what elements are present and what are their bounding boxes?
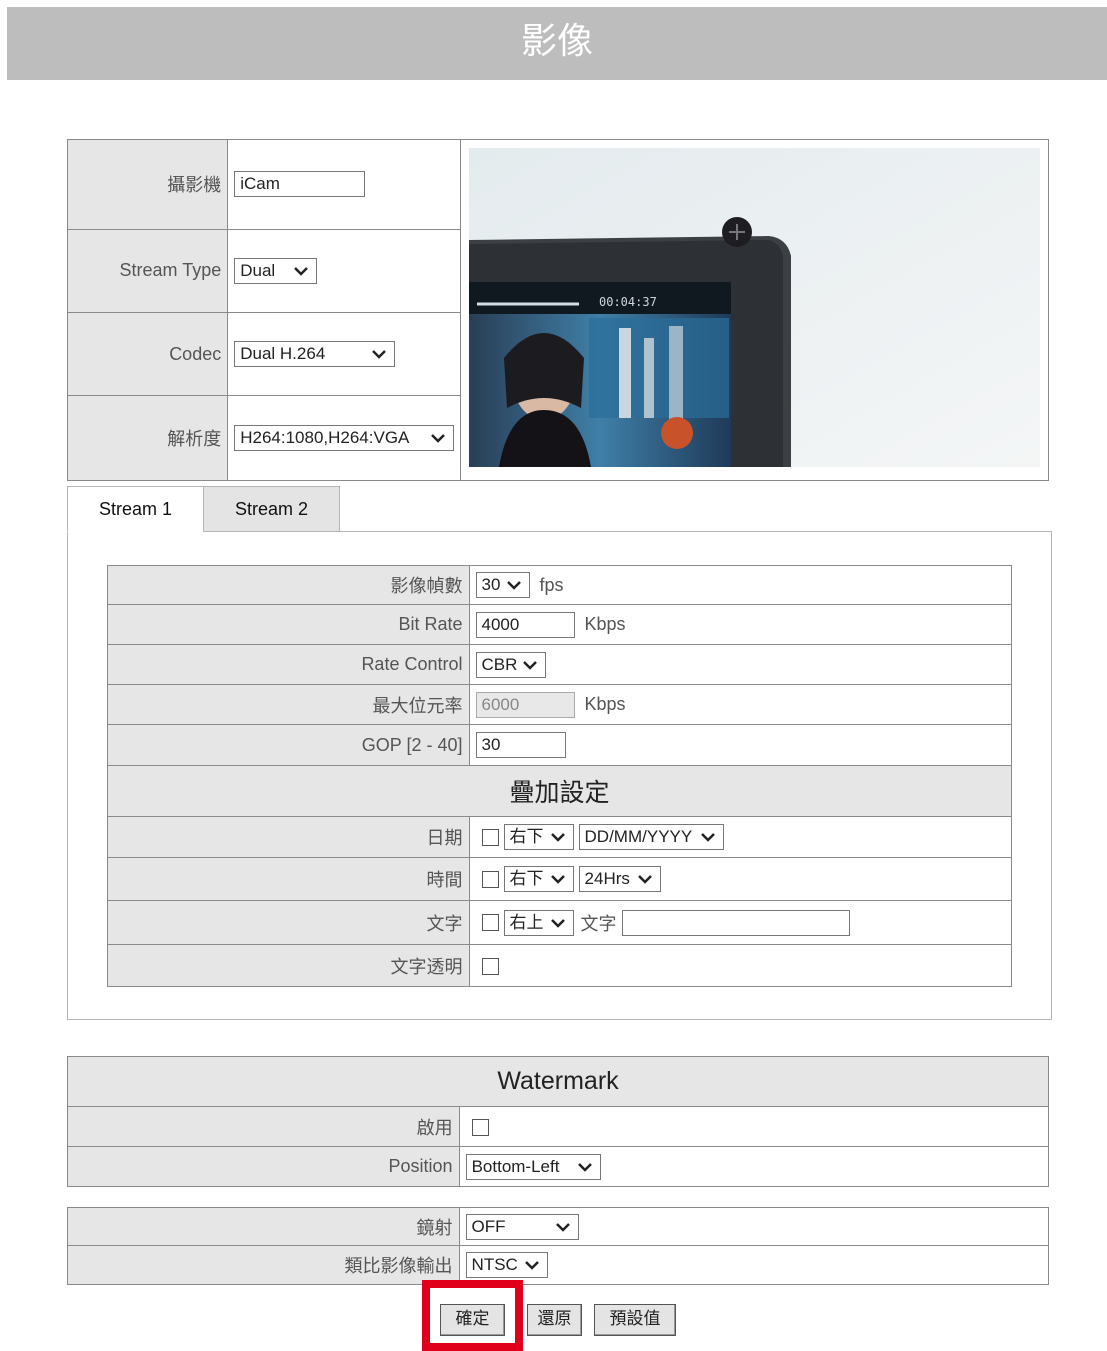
chevron-down-icon [555, 1222, 570, 1232]
stream-type-select[interactable]: Dual [234, 257, 318, 284]
text-transparent-label: 文字透明 [107, 944, 470, 987]
analog-output-value: NTSC [471, 1255, 518, 1274]
fps-unit: fps [539, 574, 564, 595]
rate-control-value: CBR [481, 654, 518, 674]
output-settings-table: 鏡射 OFF 類比影像輸出 NTSC [67, 1207, 1050, 1285]
date-position-value: 右下 [509, 827, 544, 846]
watermark-position-value: Bottom-Left [471, 1156, 560, 1176]
gop-label: GOP [2 - 40] [107, 724, 470, 766]
chevron-down-icon [524, 1261, 539, 1270]
chevron-down-icon [577, 1162, 592, 1172]
watermark-table: Watermark 啟用 Position Bottom-Left [67, 1056, 1050, 1187]
watermark-title: Watermark [67, 1056, 1049, 1107]
text-field-label: 文字 [580, 913, 617, 934]
codec-label: Codec [66, 311, 229, 397]
overlay-section-title: 疊加設定 [107, 765, 1012, 817]
default-button[interactable]: 預設值 [594, 1304, 676, 1336]
date-format-select[interactable]: DD/MM/YYYY [578, 824, 724, 850]
analog-output-select[interactable]: NTSC [465, 1252, 548, 1278]
date-position-select[interactable]: 右下 [503, 824, 574, 850]
preview-timestamp: 00:04:37 [599, 295, 657, 309]
fps-value: 30 [481, 575, 501, 594]
watermark-position-label: Position [67, 1146, 460, 1187]
codec-value: Dual H.264 [240, 344, 326, 364]
time-label: 時間 [107, 857, 470, 901]
fps-select[interactable]: 30 [475, 572, 530, 598]
resolution-value: H264:1080,H264:VGA [240, 428, 410, 448]
max-bitrate-unit: Kbps [584, 694, 626, 714]
camera-preview-cell: 00:04:37 [459, 139, 1050, 481]
fps-label: 影像幀數 [107, 565, 470, 605]
date-format-value: DD/MM/YYYY [584, 827, 693, 846]
gop-input[interactable]: 30 [475, 732, 566, 758]
stream-type-label: Stream Type [66, 228, 229, 314]
camera-name-input[interactable]: iCam [234, 171, 366, 198]
chevron-down-icon [550, 833, 565, 842]
camera-settings-table: 攝影機 iCam 00:04:37 Stream Type Dual Codec… [66, 139, 1050, 481]
stream-type-value: Dual [240, 260, 276, 280]
chevron-down-icon [431, 434, 446, 444]
text-position-value: 右上 [509, 912, 544, 932]
time-format-value: 24Hrs [584, 869, 630, 888]
watermark-position-select[interactable]: Bottom-Left [465, 1153, 601, 1180]
camera-name-label: 攝影機 [66, 139, 229, 230]
chevron-down-icon [506, 581, 521, 590]
time-format-select[interactable]: 24Hrs [578, 866, 661, 892]
watermark-enable-checkbox[interactable] [471, 1118, 489, 1136]
codec-select[interactable]: Dual H.264 [234, 341, 396, 368]
tab-stream-1[interactable]: Stream 1 [67, 486, 204, 532]
text-transparent-checkbox[interactable] [481, 957, 499, 975]
restore-button[interactable]: 還原 [527, 1304, 582, 1336]
time-position-value: 右下 [509, 869, 544, 888]
stream-settings-table: 影像幀數 30 fps Bit Rate 4000 Kbps Rate Cont… [107, 565, 1012, 987]
camera-preview-image: 00:04:37 [468, 148, 1040, 467]
page-title: 影像 [7, 7, 1107, 80]
overlay-text-input[interactable] [621, 909, 850, 936]
tab-stream-2[interactable]: Stream 2 [203, 486, 340, 532]
text-label: 文字 [107, 900, 470, 945]
resolution-label: 解析度 [66, 395, 229, 481]
chevron-down-icon [372, 350, 387, 360]
mirror-value: OFF [471, 1216, 506, 1236]
chevron-down-icon [550, 875, 565, 884]
resolution-select[interactable]: H264:1080,H264:VGA [234, 425, 455, 452]
date-label: 日期 [107, 816, 470, 858]
ok-button[interactable]: 確定 [440, 1304, 505, 1336]
time-checkbox[interactable] [481, 870, 499, 888]
chevron-down-icon [294, 266, 309, 276]
rate-control-select[interactable]: CBR [475, 651, 546, 678]
chevron-down-icon [550, 918, 565, 928]
rate-control-label: Rate Control [107, 644, 470, 685]
bitrate-label: Bit Rate [107, 604, 470, 645]
text-checkbox[interactable] [481, 914, 499, 931]
time-position-select[interactable]: 右下 [503, 866, 574, 892]
bitrate-unit: Kbps [584, 614, 626, 634]
bitrate-input[interactable]: 4000 [475, 611, 575, 638]
watermark-enable-label: 啟用 [67, 1106, 460, 1147]
mirror-label: 鏡射 [67, 1207, 460, 1246]
max-bitrate-label: 最大位元率 [107, 684, 470, 725]
max-bitrate-input: 6000 [475, 691, 575, 718]
analog-output-label: 類比影像輸出 [67, 1245, 460, 1285]
date-checkbox[interactable] [481, 828, 499, 846]
chevron-down-icon [522, 660, 537, 670]
mirror-select[interactable]: OFF [465, 1213, 579, 1240]
chevron-down-icon [637, 875, 652, 884]
text-position-select[interactable]: 右上 [503, 909, 574, 936]
chevron-down-icon [700, 833, 715, 842]
